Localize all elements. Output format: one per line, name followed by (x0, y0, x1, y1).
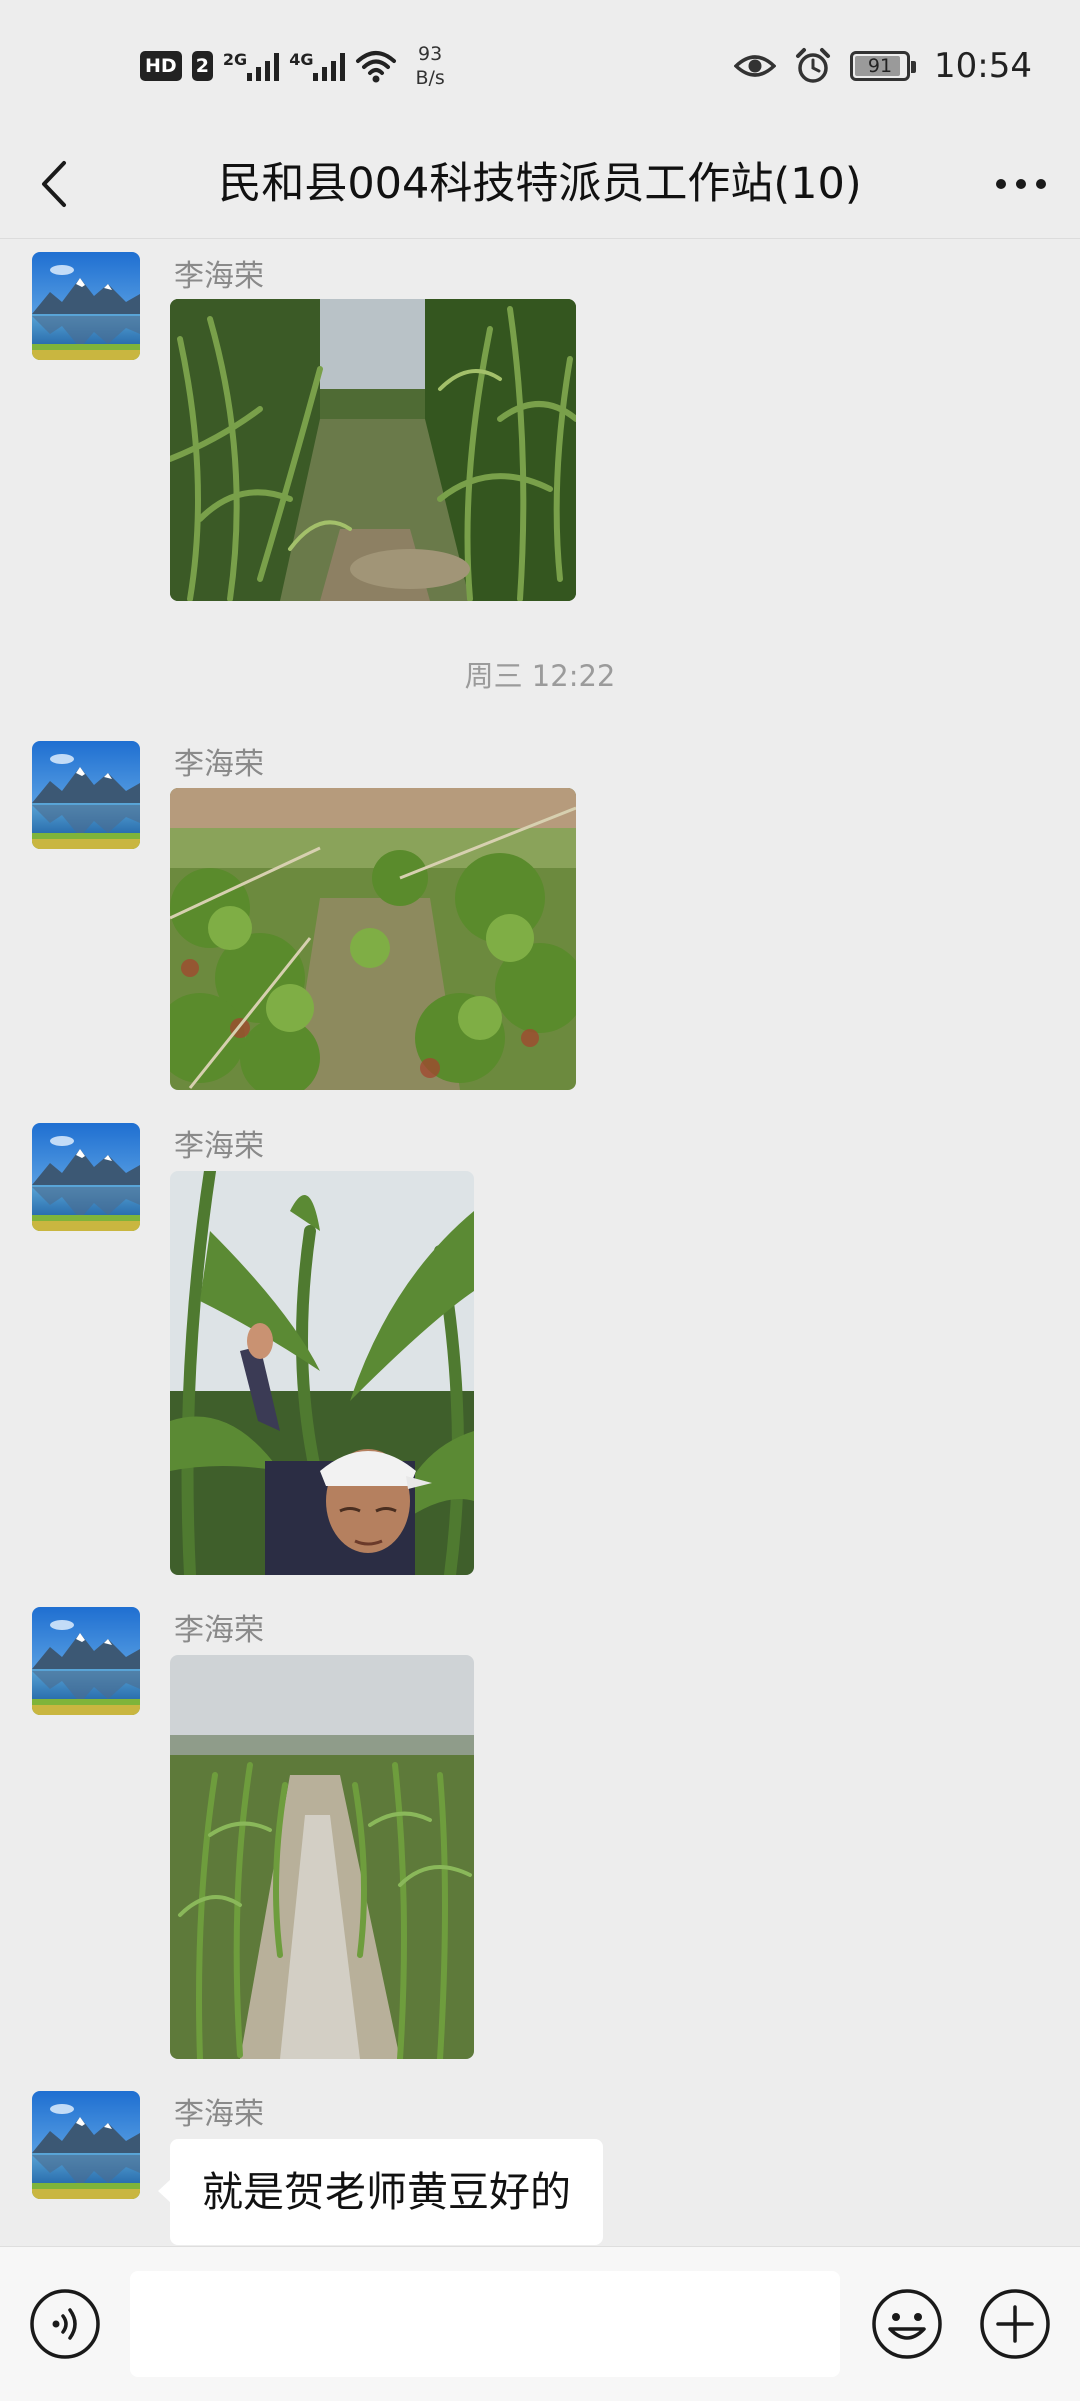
emoji-button[interactable] (870, 2287, 944, 2361)
emoji-icon (872, 2289, 942, 2359)
corn-field-photo (170, 299, 576, 601)
avatar[interactable] (32, 2091, 140, 2199)
man-with-corn-photo (170, 1171, 474, 1575)
text-message[interactable]: 就是贺老师黄豆好的 (158, 2139, 603, 2245)
network-speed: 93 B/s (415, 42, 444, 90)
sender-name: 李海荣 (174, 747, 264, 782)
input-bar (0, 2246, 1080, 2401)
avatar[interactable] (32, 741, 140, 849)
status-left: HD 2 2G 4G 93 B/s (140, 38, 445, 94)
network-type-label-2: 4G (289, 50, 314, 69)
network-speed-unit: B/s (415, 67, 445, 89)
image-message[interactable] (170, 1655, 474, 2059)
signal-icon-2: 4G (289, 50, 346, 81)
more-icon (996, 179, 1046, 189)
network-type-label: 2G (222, 50, 248, 69)
sender-name: 李海荣 (174, 1129, 264, 1164)
image-message[interactable] (170, 788, 576, 1090)
avatar[interactable] (32, 1607, 140, 1715)
image-message[interactable] (170, 1171, 474, 1575)
status-bar: HD 2 2G 4G 93 B/s 91 10:54 (0, 0, 1080, 130)
sim-badge: 2 (191, 51, 213, 81)
image-message[interactable] (170, 299, 576, 601)
chevron-left-icon (42, 161, 66, 207)
message-timestamp: 周三 12:22 (464, 659, 616, 693)
eye-icon (734, 55, 777, 77)
wifi-icon (356, 51, 397, 83)
message-input[interactable] (130, 2271, 840, 2377)
hd-badge: HD (140, 51, 182, 81)
signal-icon: 2G (222, 50, 280, 81)
back-button[interactable] (24, 154, 84, 214)
battery-icon: 91 (850, 51, 917, 81)
avatar[interactable] (32, 1123, 140, 1231)
message-list[interactable]: 李海荣 周三 12:22 李海荣 李海荣 李海荣 李海荣 就是贺老师黄豆好的 (0, 239, 1080, 2245)
more-functions-button[interactable] (978, 2287, 1052, 2361)
battery-level: 91 (867, 55, 893, 77)
voice-icon (30, 2289, 100, 2359)
sender-name: 李海荣 (174, 259, 264, 294)
voice-button[interactable] (28, 2287, 102, 2361)
more-button[interactable] (986, 154, 1056, 214)
hd-label: HD (145, 55, 177, 77)
avatar[interactable] (32, 252, 140, 360)
status-right: 91 10:54 (734, 38, 1032, 94)
sim-label: 2 (195, 55, 209, 77)
sender-name: 李海荣 (174, 1613, 264, 1648)
network-speed-value: 93 (418, 43, 443, 65)
bean-field-photo (170, 788, 576, 1090)
alarm-icon (796, 48, 831, 83)
corn-field-mulch-photo (170, 1655, 474, 2059)
sender-name: 李海荣 (174, 2097, 264, 2132)
chat-header: 民和县004科技特派员工作站(10) (0, 130, 1080, 239)
plus-icon (980, 2289, 1050, 2359)
clock: 10:54 (934, 46, 1032, 86)
chat-title: 民和县004科技特派员工作站(10) (218, 159, 862, 209)
